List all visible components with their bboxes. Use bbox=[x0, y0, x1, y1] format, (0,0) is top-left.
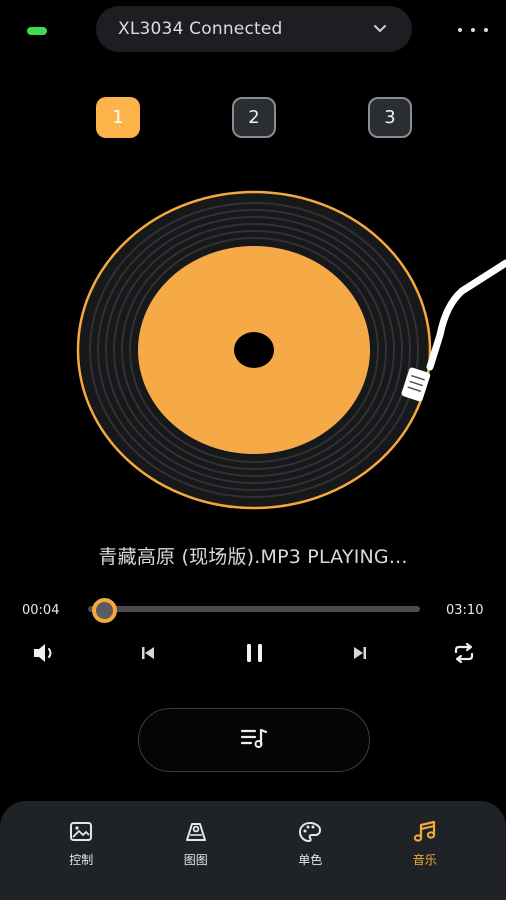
skip-next-icon[interactable] bbox=[348, 640, 372, 666]
total-duration: 03:10 bbox=[446, 603, 484, 618]
nav-label-mono-color: 单色 bbox=[298, 853, 323, 867]
playlist-button[interactable] bbox=[138, 708, 370, 772]
nav-label-control: 控制 bbox=[69, 853, 94, 867]
chevron-down-icon bbox=[372, 21, 388, 37]
volume-icon[interactable] bbox=[30, 640, 60, 666]
tab-3[interactable]: 3 bbox=[368, 97, 412, 138]
nav-label-pattern: 图图 bbox=[183, 853, 208, 867]
skip-previous-icon[interactable] bbox=[136, 640, 160, 666]
tab-2[interactable]: 2 bbox=[232, 97, 276, 138]
playlist-music-icon bbox=[240, 727, 268, 753]
battery-indicator bbox=[27, 27, 47, 35]
bottom-nav: 控制 图图 单色 音乐 bbox=[0, 801, 506, 900]
nav-label-music: 音乐 bbox=[412, 853, 437, 867]
nav-item-music[interactable]: 音乐 bbox=[390, 801, 460, 900]
song-title: 青藏高原 (现场版).MP3 PLAYING... bbox=[98, 546, 408, 568]
pause-icon[interactable] bbox=[240, 640, 270, 666]
palette-icon bbox=[296, 819, 324, 845]
device-name: XL3034 Connected bbox=[118, 19, 283, 39]
nav-item-mono-color[interactable]: 单色 bbox=[275, 801, 345, 900]
pattern-icon bbox=[182, 819, 210, 845]
elapsed-time: 00:04 bbox=[22, 603, 60, 618]
progress-knob[interactable] bbox=[92, 598, 117, 623]
nav-item-pattern[interactable]: 图图 bbox=[161, 801, 231, 900]
tab-1[interactable]: 1 bbox=[96, 97, 140, 138]
music-note-icon bbox=[411, 819, 439, 845]
device-selector[interactable]: XL3034 Connected bbox=[96, 6, 412, 52]
repeat-icon[interactable] bbox=[450, 640, 478, 666]
vinyl-record bbox=[76, 190, 432, 510]
progress-track[interactable] bbox=[88, 606, 420, 612]
image-control-icon bbox=[67, 819, 95, 845]
nav-item-control[interactable]: 控制 bbox=[46, 801, 116, 900]
tonearm bbox=[401, 259, 506, 402]
more-dots-icon[interactable] bbox=[458, 22, 488, 38]
